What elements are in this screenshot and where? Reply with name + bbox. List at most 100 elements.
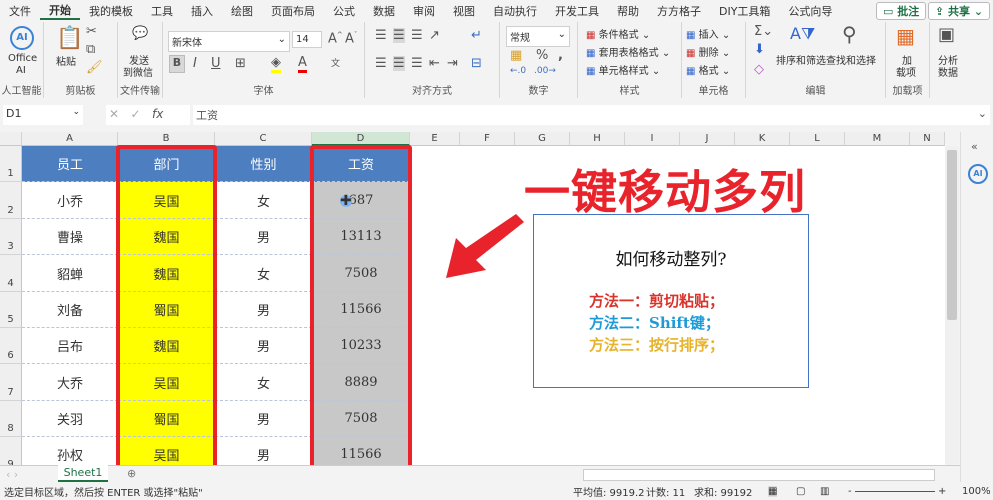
column-header-N[interactable]: N: [910, 132, 945, 146]
tab-0[interactable]: 文件: [0, 3, 40, 19]
sheet-nav-icon[interactable]: ‹ ›: [6, 468, 18, 481]
tab-8[interactable]: 数据: [364, 3, 404, 19]
cell-style-button[interactable]: ▦ 单元格样式 ⌄: [586, 62, 660, 77]
tab-1[interactable]: 开始: [40, 2, 80, 20]
decrease-decimal-icon[interactable]: .00→: [534, 66, 556, 76]
comment-button[interactable]: ▭ 批注: [876, 2, 927, 20]
increase-decimal-icon[interactable]: ←.0: [510, 66, 526, 76]
table-cell[interactable]: 女: [215, 364, 312, 401]
format-cells-button[interactable]: ▦ 格式 ⌄: [686, 62, 730, 77]
align-center-icon[interactable]: ☰: [393, 56, 405, 71]
sort-filter-icon[interactable]: A⧩: [790, 24, 815, 44]
table-cell[interactable]: 曹操: [22, 219, 118, 255]
indent-increase-icon[interactable]: ⇥: [447, 56, 458, 71]
scroll-thumb[interactable]: [947, 150, 957, 320]
column-header-C[interactable]: C: [215, 132, 312, 146]
table-cell[interactable]: 大乔: [22, 364, 118, 401]
table-cell[interactable]: 貂蝉: [22, 255, 118, 292]
table-cell[interactable]: 男: [215, 401, 312, 437]
tab-16[interactable]: 公式向导: [779, 3, 841, 19]
office-ai-icon[interactable]: AI: [10, 26, 34, 50]
column-header-E[interactable]: E: [410, 132, 460, 146]
wrap-text-icon[interactable]: ↵: [471, 28, 482, 43]
column-header-G[interactable]: G: [515, 132, 570, 146]
font-color-icon[interactable]: A: [298, 55, 307, 73]
font-size-select[interactable]: 14: [292, 31, 322, 48]
normal-view-icon[interactable]: ▦: [768, 486, 778, 497]
table-cell[interactable]: 吕布: [22, 328, 118, 364]
column-header-B[interactable]: B: [118, 132, 215, 146]
find-select-button[interactable]: 查找和选择: [826, 52, 876, 67]
align-right-icon[interactable]: ☰: [411, 56, 423, 71]
orientation-icon[interactable]: ↗: [429, 28, 440, 43]
column-header-A[interactable]: A: [22, 132, 118, 146]
table-cell[interactable]: 女: [215, 182, 312, 219]
fill-icon[interactable]: ⬇: [754, 42, 765, 57]
format-painter-icon[interactable]: 🖌: [86, 60, 103, 75]
analyze-data-icon[interactable]: ▣: [938, 24, 955, 45]
row-header-4[interactable]: 4: [0, 255, 22, 292]
page-break-icon[interactable]: ▥: [820, 486, 829, 497]
fill-color-icon[interactable]: ◈: [271, 55, 281, 73]
wechat-icon[interactable]: 💬: [132, 26, 148, 41]
column-header-F[interactable]: F: [460, 132, 515, 146]
tab-9[interactable]: 审阅: [404, 3, 444, 19]
cancel-icon[interactable]: ✕: [109, 107, 119, 121]
tab-14[interactable]: 方方格子: [648, 3, 710, 19]
tab-6[interactable]: 页面布局: [262, 3, 324, 19]
merge-icon[interactable]: ⊟: [471, 56, 482, 71]
tab-5[interactable]: 绘图: [222, 3, 262, 19]
phonetic-icon[interactable]: 文: [331, 56, 340, 69]
italic-button[interactable]: I: [193, 56, 197, 71]
underline-button[interactable]: U: [211, 56, 221, 71]
align-left-icon[interactable]: ☰: [375, 56, 387, 71]
border-icon[interactable]: ⊞: [235, 56, 246, 71]
horizontal-scrollbar[interactable]: [583, 469, 935, 481]
table-cell[interactable]: 孙权: [22, 437, 118, 465]
insert-cells-button[interactable]: ▦ 插入 ⌄: [686, 26, 730, 41]
tab-11[interactable]: 自动执行: [484, 3, 546, 19]
row-header-2[interactable]: 2: [0, 182, 22, 219]
select-all-corner[interactable]: [0, 132, 22, 146]
comma-icon[interactable]: ,: [558, 48, 563, 63]
tab-12[interactable]: 开发工具: [546, 3, 608, 19]
clear-icon[interactable]: ◇: [754, 62, 764, 77]
formula-input[interactable]: 工资 ⌄: [193, 105, 990, 125]
row-header-3[interactable]: 3: [0, 219, 22, 255]
indent-decrease-icon[interactable]: ⇤: [429, 56, 440, 71]
currency-icon[interactable]: ▦: [510, 48, 522, 63]
number-format-select[interactable]: 常规 ⌄: [506, 26, 570, 47]
column-header-L[interactable]: L: [790, 132, 845, 146]
tab-3[interactable]: 工具: [142, 3, 182, 19]
row-header-8[interactable]: 8: [0, 401, 22, 437]
table-format-button[interactable]: ▦ 套用表格格式 ⌄: [586, 44, 670, 59]
addins-icon[interactable]: ▦: [896, 24, 915, 48]
spreadsheet-grid[interactable]: A B C D E F G H I J K L M N 1 2 3 4 5 6 7 8 9 员工 部门 性别 工资 小乔 吴国女 687 曹…: [0, 132, 945, 465]
tab-10[interactable]: 视图: [444, 3, 484, 19]
column-header-I[interactable]: I: [625, 132, 680, 146]
table-cell[interactable]: 男: [215, 437, 312, 465]
zoom-slider[interactable]: - +: [848, 486, 953, 497]
tab-4[interactable]: 插入: [182, 3, 222, 19]
shrink-font-icon[interactable]: Aˇ: [345, 31, 357, 46]
header-cell[interactable]: 性别: [215, 146, 312, 182]
copy-icon[interactable]: ⧉: [86, 42, 95, 57]
conditional-format-button[interactable]: ▦ 条件格式 ⌄: [586, 26, 650, 41]
column-header-M[interactable]: M: [845, 132, 910, 146]
column-header-H[interactable]: H: [570, 132, 625, 146]
grow-font-icon[interactable]: A^: [328, 31, 343, 46]
table-cell[interactable]: 男: [215, 292, 312, 328]
tab-7[interactable]: 公式: [324, 3, 364, 19]
font-name-select[interactable]: 新宋体 ⌄: [168, 31, 290, 52]
row-header-6[interactable]: 6: [0, 328, 22, 364]
tab-2[interactable]: 我的模板: [80, 3, 142, 19]
table-cell[interactable]: 小乔: [22, 182, 118, 219]
text-box[interactable]: 如何移动整列? 方法一：剪切粘贴； 方法二：Shift键； 方法三：按行排序；: [533, 214, 809, 388]
table-cell[interactable]: 关羽: [22, 401, 118, 437]
office-ai-label[interactable]: Office: [8, 53, 37, 64]
tab-15[interactable]: DIY工具箱: [710, 3, 779, 19]
row-header-9[interactable]: 9: [0, 437, 22, 465]
align-top-icon[interactable]: ☰: [375, 28, 387, 43]
paste-button[interactable]: 粘贴: [56, 53, 76, 68]
sort-filter-button[interactable]: 排序和筛选: [776, 52, 826, 67]
